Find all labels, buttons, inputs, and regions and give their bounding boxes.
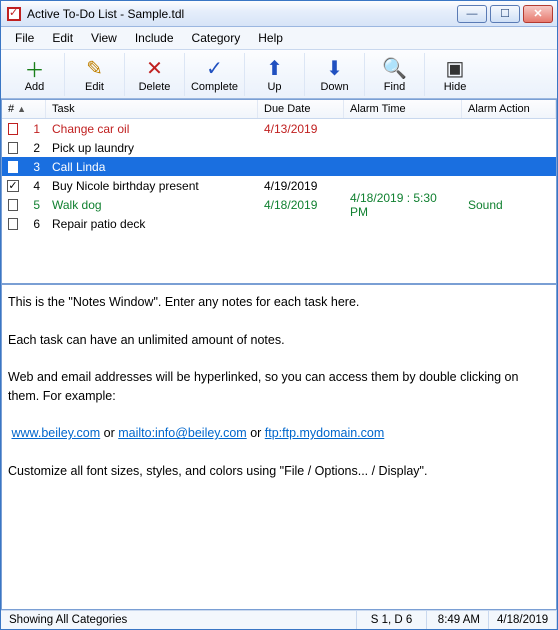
minimize-button[interactable]: —	[457, 5, 487, 23]
task-name: Pick up laundry	[46, 141, 258, 155]
titlebar[interactable]: Active To-Do List - Sample.tdl — ☐ ✕	[1, 1, 557, 27]
edit-icon: ✎	[65, 55, 124, 81]
status-counts: S 1, D 6	[357, 611, 427, 629]
find-button[interactable]: 🔍Find	[365, 53, 425, 96]
link-web[interactable]: www.beiley.com	[11, 426, 100, 440]
menu-help[interactable]: Help	[250, 29, 291, 47]
status-time: 8:49 AM	[427, 611, 489, 629]
notes-line: Customize all font sizes, styles, and co…	[8, 462, 550, 481]
menu-include[interactable]: Include	[127, 29, 182, 47]
task-num: 2	[24, 141, 46, 155]
complete-icon: ✓	[185, 55, 244, 81]
window-title: Active To-Do List - Sample.tdl	[27, 7, 457, 21]
task-due: 4/18/2019	[258, 198, 344, 212]
edit-button[interactable]: ✎Edit	[65, 53, 125, 96]
hide-icon: ▣	[425, 55, 485, 81]
task-num: 3	[24, 160, 46, 174]
checkbox-icon[interactable]	[8, 161, 18, 173]
toolbar-label: Delete	[125, 81, 184, 93]
checkbox-icon[interactable]	[8, 199, 18, 211]
column-header-task[interactable]: Task	[46, 100, 258, 118]
task-action: Sound	[462, 198, 556, 212]
task-num: 6	[24, 217, 46, 231]
menubar: File Edit View Include Category Help	[1, 27, 557, 50]
task-list-pane: #▲ Task Due Date Alarm Time Alarm Action…	[1, 99, 557, 284]
status-date: 4/18/2019	[489, 611, 557, 629]
app-icon	[7, 7, 21, 21]
menu-file[interactable]: File	[7, 29, 42, 47]
task-row[interactable]: ✓ 4Buy Nicole birthday present4/19/2019	[2, 176, 556, 195]
close-button[interactable]: ✕	[523, 5, 553, 23]
menu-edit[interactable]: Edit	[44, 29, 81, 47]
statusbar: Showing All Categories S 1, D 6 8:49 AM …	[1, 610, 557, 629]
column-header-action[interactable]: Alarm Action	[462, 100, 556, 118]
task-row[interactable]: 3Call Linda	[2, 157, 556, 176]
toolbar-label: Hide	[425, 81, 485, 93]
sort-asc-icon: ▲	[17, 104, 26, 114]
delete-button[interactable]: ✕Delete	[125, 53, 185, 96]
task-name: Walk dog	[46, 198, 258, 212]
status-category: Showing All Categories	[1, 611, 357, 629]
menu-category[interactable]: Category	[184, 29, 249, 47]
notes-line: Each task can have an unlimited amount o…	[8, 331, 550, 350]
notes-links: www.beiley.com or mailto:info@beiley.com…	[8, 424, 550, 443]
toolbar-label: Find	[365, 81, 424, 93]
link-mailto[interactable]: mailto:info@beiley.com	[118, 426, 246, 440]
checkbox-icon[interactable]	[8, 142, 18, 154]
down-icon: ⬇	[305, 55, 364, 81]
link-ftp[interactable]: ftp:ftp.mydomain.com	[265, 426, 385, 440]
task-row[interactable]: 1Change car oil4/13/2019	[2, 119, 556, 138]
up-button[interactable]: ⬆Up	[245, 53, 305, 96]
complete-button[interactable]: ✓Complete	[185, 53, 245, 96]
toolbar-label: Complete	[185, 81, 244, 93]
menu-view[interactable]: View	[83, 29, 125, 47]
column-headers: #▲ Task Due Date Alarm Time Alarm Action	[2, 100, 556, 119]
toolbar-label: Edit	[65, 81, 124, 93]
add-icon: ＋	[5, 55, 64, 81]
add-button[interactable]: ＋Add	[5, 53, 65, 96]
task-row[interactable]: 2Pick up laundry	[2, 138, 556, 157]
column-header-alarm[interactable]: Alarm Time	[344, 100, 462, 118]
up-icon: ⬆	[245, 55, 304, 81]
task-name: Repair patio deck	[46, 217, 258, 231]
task-num: 5	[24, 198, 46, 212]
window-controls: — ☐ ✕	[457, 5, 553, 23]
toolbar-label: Down	[305, 81, 364, 93]
hide-button[interactable]: ▣Hide	[425, 53, 485, 96]
toolbar-label: Up	[245, 81, 304, 93]
find-icon: 🔍	[365, 55, 424, 81]
maximize-button[interactable]: ☐	[490, 5, 520, 23]
down-button[interactable]: ⬇Down	[305, 53, 365, 96]
notes-line: This is the "Notes Window". Enter any no…	[8, 293, 550, 312]
task-due: 4/13/2019	[258, 122, 344, 136]
checkbox-icon[interactable]: ✓	[7, 180, 18, 192]
task-num: 1	[24, 122, 46, 136]
delete-icon: ✕	[125, 55, 184, 81]
task-rows: 1Change car oil4/13/20192Pick up laundry…	[2, 119, 556, 283]
task-name: Buy Nicole birthday present	[46, 179, 258, 193]
task-num: 4	[24, 179, 46, 193]
task-name: Change car oil	[46, 122, 258, 136]
toolbar: ＋Add✎Edit✕Delete✓Complete⬆Up⬇Down🔍Find▣H…	[1, 50, 557, 99]
task-name: Call Linda	[46, 160, 258, 174]
toolbar-label: Add	[5, 81, 64, 93]
task-alarm: 4/18/2019 : 5:30 PM	[344, 191, 462, 219]
checkbox-icon[interactable]	[8, 123, 18, 135]
column-header-due[interactable]: Due Date	[258, 100, 344, 118]
checkbox-icon[interactable]	[8, 218, 18, 230]
task-due: 4/19/2019	[258, 179, 344, 193]
notes-line: Web and email addresses will be hyperlin…	[8, 368, 550, 406]
task-row[interactable]: 6Repair patio deck	[2, 214, 556, 233]
column-header-num[interactable]: #▲	[2, 100, 46, 118]
notes-pane[interactable]: This is the "Notes Window". Enter any no…	[1, 284, 557, 610]
task-row[interactable]: 5Walk dog4/18/20194/18/2019 : 5:30 PMSou…	[2, 195, 556, 214]
